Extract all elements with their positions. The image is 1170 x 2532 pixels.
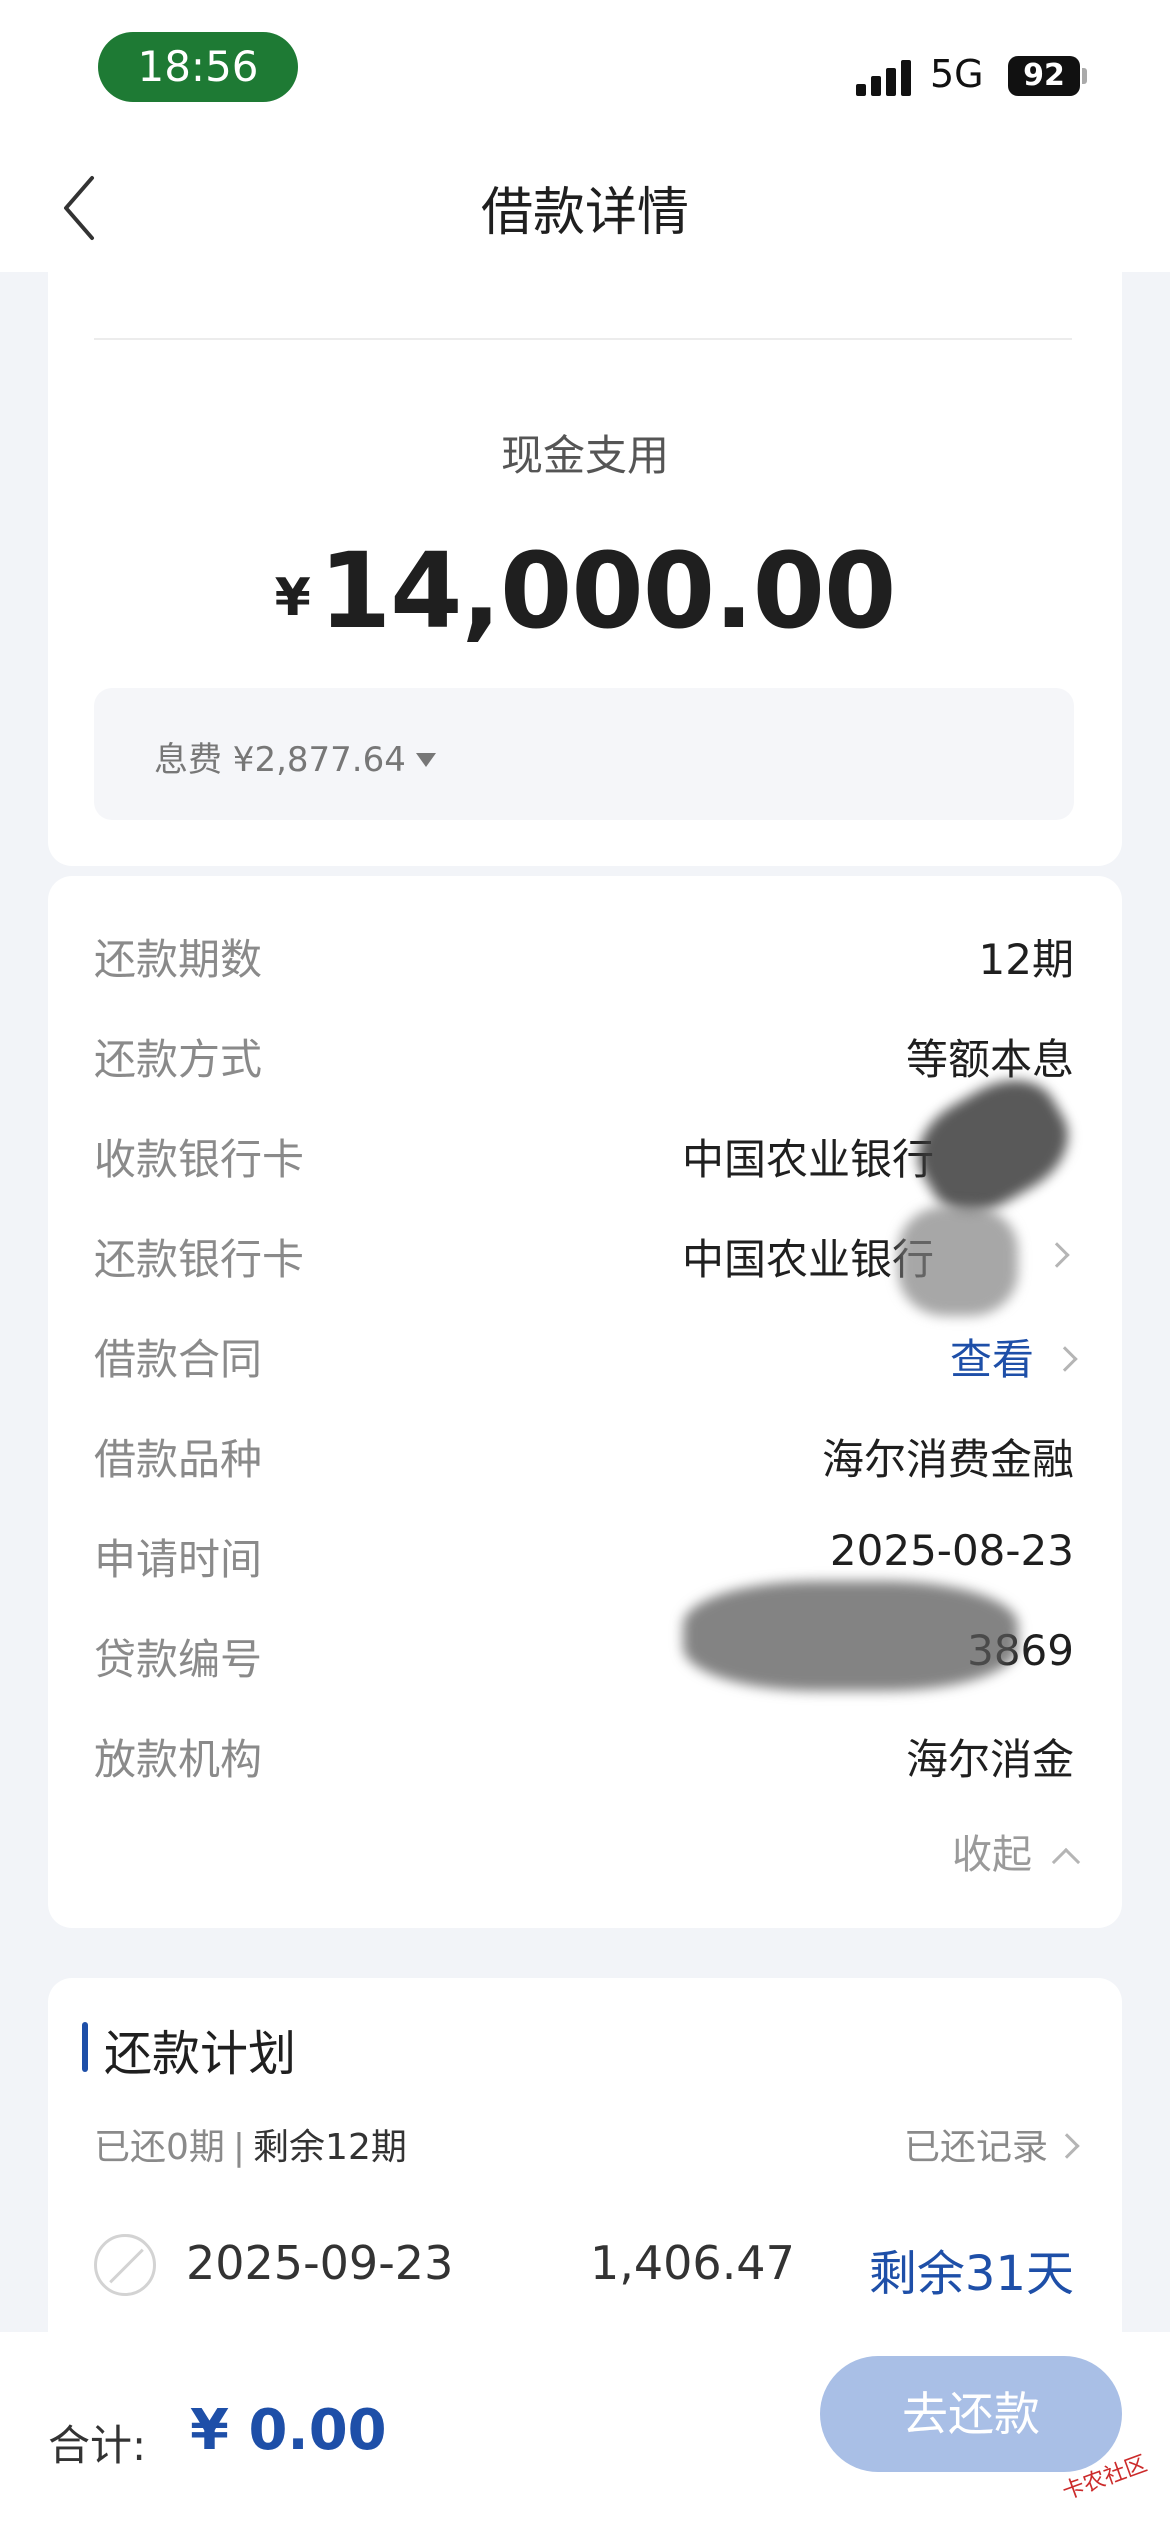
detail-label: 申请时间 bbox=[94, 1535, 263, 1584]
loan-amount-value: 14,000.00 bbox=[318, 530, 897, 652]
detail-label: 还款方式 bbox=[94, 1035, 263, 1084]
battery-icon: 92 bbox=[1008, 56, 1080, 96]
bottom-action-bar: 合计: ¥ 0.00 去还款 bbox=[0, 2332, 1170, 2532]
detail-value: 中国农业银行 bbox=[681, 1235, 934, 1284]
detail-row-product: 借款品种 海尔消费金融 bbox=[94, 1426, 1074, 1486]
view-contract-text: 查看 bbox=[949, 1335, 1034, 1384]
detail-label: 还款银行卡 bbox=[94, 1235, 305, 1284]
detail-value: 中国农业银行 bbox=[681, 1135, 934, 1184]
detail-label: 贷款编号 bbox=[94, 1635, 263, 1684]
chevron-up-icon bbox=[1051, 1847, 1081, 1877]
installment-remaining-days: 剩余31天 bbox=[868, 2246, 1074, 2302]
chevron-right-icon bbox=[1054, 2133, 1080, 2159]
detail-label: 放款机构 bbox=[94, 1735, 263, 1784]
total-label: 合计: bbox=[48, 2421, 147, 2470]
loan-details-card: 还款期数 12期 还款方式 等额本息 收款银行卡 中国农业银行 还款银行卡 中国… bbox=[48, 876, 1122, 1928]
detail-value: 2025-08-23 bbox=[829, 1526, 1074, 1575]
installment-amount: 1,406.47 bbox=[590, 2236, 795, 2290]
chevron-right-icon bbox=[1044, 1242, 1070, 1268]
loan-usage-label: 现金支用 bbox=[500, 431, 669, 480]
chevron-right-icon bbox=[1052, 1346, 1078, 1372]
collapse-label: 收起 bbox=[952, 1832, 1032, 1878]
cellular-signal-icon bbox=[856, 58, 912, 96]
network-type: 5G bbox=[930, 52, 984, 96]
installment-row[interactable]: 2025-09-23 1,406.47 剩余31天 bbox=[94, 2228, 1074, 2302]
repayment-progress: 已还0期 | 剩余12期 bbox=[94, 2118, 407, 2170]
status-time: 18:56 bbox=[98, 32, 298, 102]
detail-label: 收款银行卡 bbox=[94, 1135, 305, 1184]
view-contract-link[interactable]: 查看 bbox=[949, 1326, 1078, 1387]
repayment-history-label: 已还记录 bbox=[903, 2127, 1048, 2168]
detail-row-lender: 放款机构 海尔消金 bbox=[94, 1726, 1074, 1786]
redaction-smudge bbox=[683, 1581, 1018, 1691]
interest-fee: 息费 ¥2,877.64 bbox=[154, 732, 436, 781]
battery-tip bbox=[1082, 68, 1087, 84]
detail-value: 海尔消费金融 bbox=[821, 1435, 1074, 1484]
caret-down-icon bbox=[415, 753, 436, 767]
repayment-plan-title: 还款计划 bbox=[104, 2026, 297, 2082]
collapse-toggle[interactable]: 收起 bbox=[952, 1822, 1081, 1880]
interest-fee-text: 息费 ¥2,877.64 bbox=[154, 740, 406, 780]
total-amount: ¥ 0.00 bbox=[190, 2398, 387, 2463]
detail-row-contract[interactable]: 借款合同 查看 bbox=[94, 1326, 1078, 1387]
currency-symbol: ¥ bbox=[274, 568, 311, 628]
separator: | bbox=[232, 2127, 246, 2168]
section-accent-bar bbox=[82, 2022, 88, 2072]
repayment-history-link[interactable]: 已还记录 bbox=[903, 2118, 1080, 2170]
detail-value: 海尔消金 bbox=[905, 1735, 1074, 1784]
detail-row-installments: 还款期数 12期 bbox=[94, 926, 1074, 986]
divider bbox=[94, 338, 1072, 340]
interest-fee-toggle[interactable]: 息费 ¥2,877.64 bbox=[94, 688, 1074, 820]
repay-button[interactable]: 去还款 bbox=[820, 2356, 1122, 2472]
detail-value: 12期 bbox=[978, 935, 1074, 984]
installment-checkbox-icon[interactable] bbox=[94, 2234, 156, 2296]
page-title: 借款详情 bbox=[480, 183, 689, 243]
remaining-count: 剩余12期 bbox=[253, 2127, 407, 2168]
repayment-plan-card: 还款计划 已还0期 | 剩余12期 已还记录 2025-09-23 1,406.47… bbox=[48, 1978, 1122, 2338]
repaid-count: 已还0期 bbox=[94, 2127, 225, 2168]
status-bar: 18:56 5G 92 bbox=[0, 0, 1170, 140]
detail-label: 还款期数 bbox=[94, 935, 263, 984]
loan-amount-card: 现金支用 ¥14,000.00 息费 ¥2,877.64 bbox=[48, 272, 1122, 866]
detail-label: 借款品种 bbox=[94, 1435, 263, 1484]
redaction-smudge bbox=[898, 1206, 1018, 1316]
detail-row-repay-method: 还款方式 等额本息 bbox=[94, 1026, 1074, 1086]
loan-amount: ¥14,000.00 bbox=[48, 530, 1122, 652]
detail-row-apply-time: 申请时间 2025-08-23 bbox=[94, 1526, 1074, 1586]
installment-date: 2025-09-23 bbox=[186, 2236, 454, 2290]
nav-bar: 借款详情 bbox=[0, 140, 1170, 272]
detail-label: 借款合同 bbox=[94, 1335, 263, 1384]
detail-value: 等额本息 bbox=[905, 1035, 1074, 1084]
